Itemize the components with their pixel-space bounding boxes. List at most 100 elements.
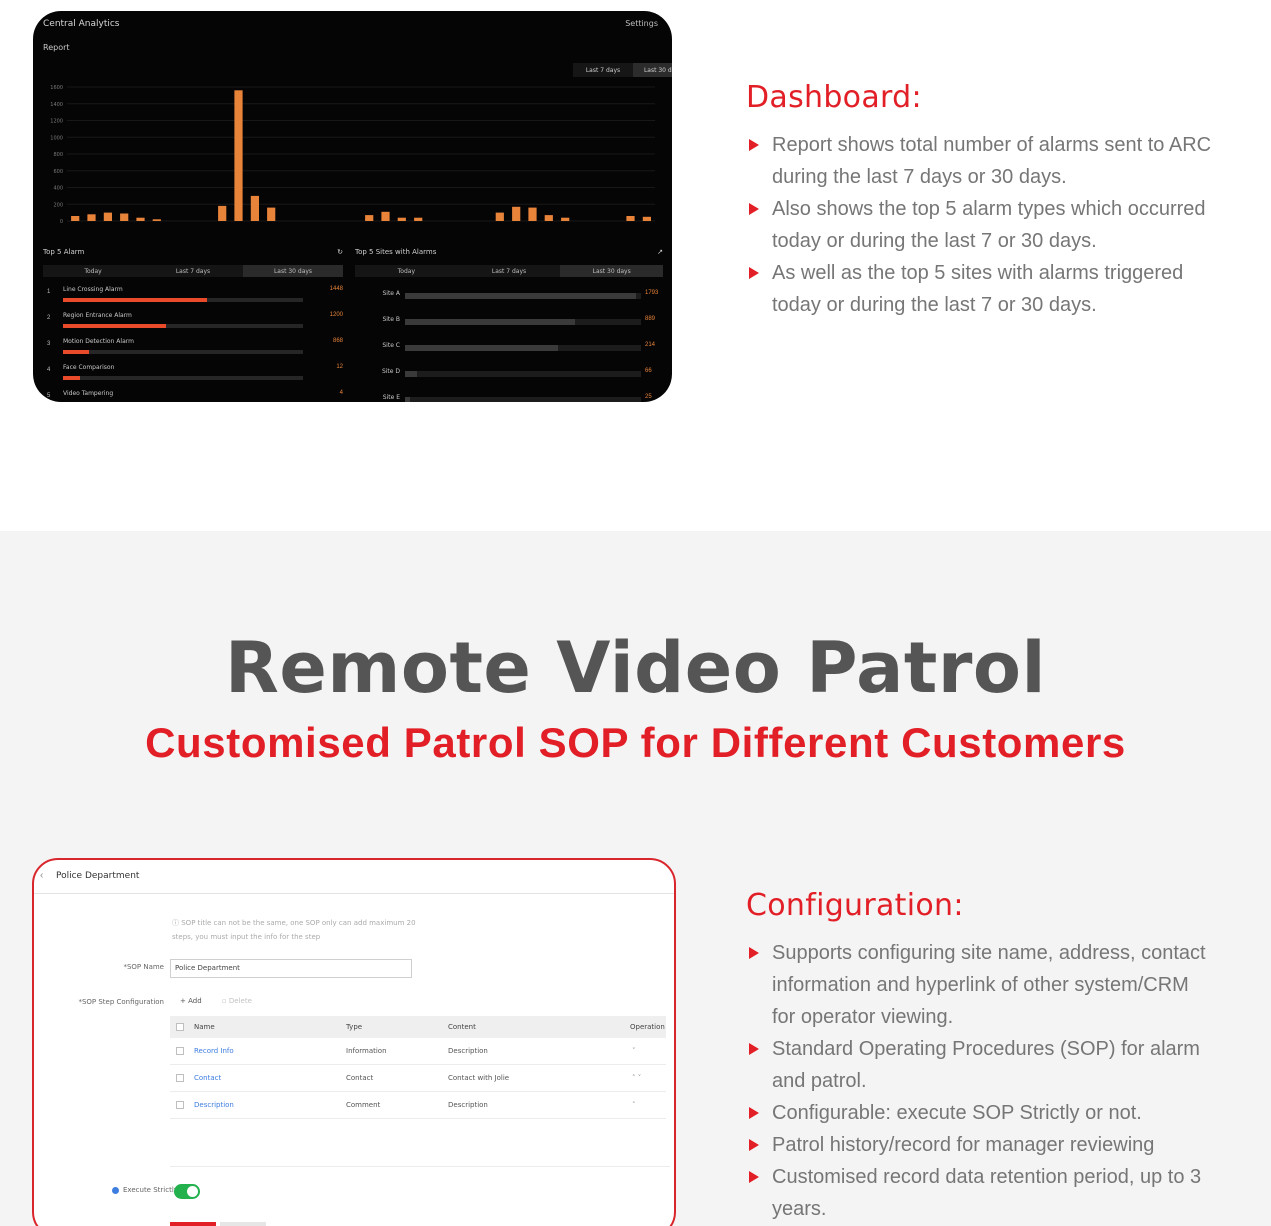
y-tick-label: 1400 (50, 102, 63, 108)
site-bar-track (405, 371, 641, 377)
page: Central Analytics Settings Report Last 7… (0, 0, 1271, 1226)
column-header-name: Name (194, 1023, 215, 1031)
chart-bar (218, 205, 227, 221)
chart-bar (103, 212, 112, 221)
list-item[interactable]: Site D 66 (355, 363, 663, 389)
alarm-list: 1 Line Crossing Alarm 1448 2 Region Entrance… (43, 285, 343, 402)
site-name: Site A (382, 290, 400, 297)
step-name-link[interactable]: Contact (194, 1065, 221, 1091)
chart-bar (512, 206, 521, 221)
list-item[interactable]: 4 Face Comparison 12 (43, 363, 343, 389)
trash-icon: ▫ (221, 997, 229, 1005)
chart-bar (365, 215, 374, 221)
step-name-link[interactable]: Record Info (194, 1038, 234, 1064)
site-bar-fill (405, 293, 637, 299)
list-item[interactable]: 1 Line Crossing Alarm 1448 (43, 285, 343, 311)
step-content: Description (448, 1101, 488, 1109)
site-tab-today[interactable]: Today (355, 265, 458, 277)
step-operation-arrows[interactable]: ˅ (632, 1038, 636, 1064)
alarm-tab-today[interactable]: Today (43, 265, 143, 277)
chart-bar (381, 211, 390, 221)
cancel-button[interactable] (220, 1222, 266, 1226)
list-item[interactable]: 5 Video Tampering 4 (43, 389, 343, 402)
triangle-bullet-icon (749, 1043, 759, 1055)
alarm-bar-fill (63, 376, 80, 380)
list-item: Configurable: execute SOP Strictly or no… (746, 1097, 1216, 1129)
feature-text: Patrol history/record for manager review… (772, 1134, 1155, 1156)
dashboard-app-title: Central Analytics (43, 19, 120, 29)
alarm-tab-7-days[interactable]: Last 7 days (143, 265, 243, 277)
alarm-rank: 3 (47, 341, 51, 347)
site-bar-track (405, 293, 641, 299)
site-bar-fill (405, 345, 559, 351)
execute-strictly-toggle[interactable] (174, 1184, 200, 1199)
feature-text: Standard Operating Procedures (SOP) for … (772, 1038, 1200, 1092)
alarm-bar-track (63, 350, 303, 354)
tab-last-7-days[interactable]: Last 7 days (573, 63, 633, 77)
select-all-checkbox[interactable] (176, 1023, 184, 1031)
alarm-count: 4 (339, 390, 343, 396)
list-item[interactable]: Site C 214 (355, 337, 663, 363)
execute-strictly-label: Execute Strictly (123, 1186, 178, 1194)
delete-step-button[interactable]: ▫ Delete (222, 997, 252, 1005)
top-alarm-title: Top 5 Alarm (43, 248, 85, 256)
site-name: Site E (382, 394, 400, 401)
chart-bar (626, 216, 635, 221)
required-dot-icon (112, 1186, 119, 1194)
step-operation-arrows[interactable]: ˄ ˅ (632, 1065, 641, 1091)
site-count: 214 (645, 342, 656, 348)
chart-bar (561, 217, 570, 221)
list-item[interactable]: 2 Region Entrance Alarm 1200 (43, 311, 343, 337)
chart-bar (152, 219, 161, 221)
list-item[interactable]: Site B 889 (355, 311, 663, 337)
site-bar-track (405, 319, 641, 325)
y-tick-label: 400 (53, 186, 63, 192)
back-arrow-icon[interactable]: ‹ (40, 870, 43, 881)
dashboard-settings-label: Settings (625, 19, 658, 28)
alarm-bar-chart: 0 200 400 600 800 1000 1200 1400 1600 (50, 85, 655, 225)
tab-last-30-days[interactable]: Last 30 days (633, 63, 672, 77)
dashboard-screenshot: Central Analytics Settings Report Last 7… (33, 11, 672, 402)
top-sites-title: Top 5 Sites with Alarms (355, 248, 437, 256)
alarm-count: 1200 (329, 312, 343, 318)
save-button[interactable] (170, 1222, 216, 1226)
dashboard-report-label: Report (43, 43, 70, 52)
chart-bar (250, 195, 259, 221)
site-tab-7-days[interactable]: Last 7 days (457, 265, 561, 277)
alarm-count: 12 (336, 364, 343, 370)
refresh-icon[interactable]: ↻ (337, 248, 343, 256)
alarm-tab-30-days[interactable]: Last 30 days (243, 265, 343, 277)
step-name-link[interactable]: Description (194, 1092, 234, 1118)
y-tick-label: 200 (53, 202, 63, 208)
sop-name-input[interactable]: Police Department (170, 959, 412, 978)
row-checkbox[interactable] (176, 1047, 184, 1055)
row-checkbox[interactable] (176, 1074, 184, 1082)
list-item: Standard Operating Procedures (SOP) for … (746, 1033, 1216, 1097)
alarm-rank: 1 (47, 289, 51, 295)
step-operation-arrows[interactable]: ˄ (632, 1092, 636, 1118)
list-item[interactable]: Site E 25 (355, 389, 663, 402)
y-tick-label: 1600 (50, 85, 63, 91)
step-type: Contact (346, 1074, 374, 1082)
alarm-name: Motion Detection Alarm (63, 338, 134, 345)
expand-icon[interactable]: ↗ (657, 248, 663, 256)
step-content: Contact with Jolie (448, 1074, 510, 1082)
row-checkbox[interactable] (176, 1101, 184, 1109)
list-item[interactable]: 3 Motion Detection Alarm 868 (43, 337, 343, 363)
list-item[interactable]: Site A 1793 (355, 285, 663, 311)
triangle-bullet-icon (749, 139, 759, 151)
list-item: As well as the top 5 sites with alarms t… (746, 257, 1216, 321)
site-tab-30-days[interactable]: Last 30 days (560, 265, 664, 277)
row-checkbox-cell (176, 1065, 184, 1091)
alarm-tabs: Today Last 7 days Last 30 days (43, 265, 343, 277)
row-checkbox-cell (176, 1038, 184, 1064)
alarm-count: 868 (332, 338, 343, 344)
alarm-bar-track (63, 298, 303, 302)
alarm-bar-fill (63, 350, 90, 354)
config-note-text: SOP title can not be the same, one SOP o… (172, 919, 416, 941)
site-bar-fill (405, 371, 417, 377)
chart-bar (528, 207, 537, 221)
add-step-button[interactable]: + Add (180, 997, 202, 1005)
site-count: 25 (645, 394, 652, 400)
chart-bar (234, 90, 243, 221)
